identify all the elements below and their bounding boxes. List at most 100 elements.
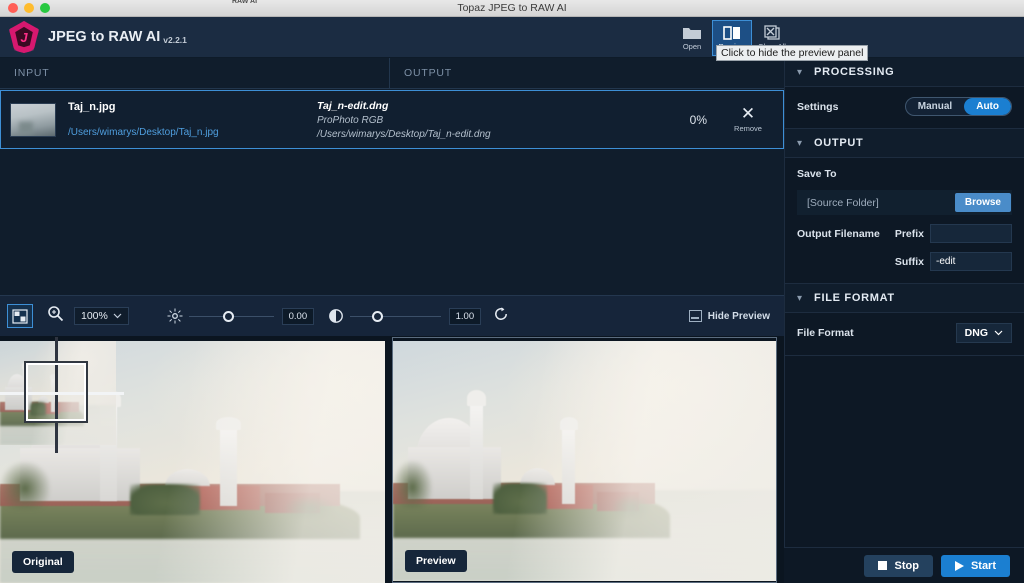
file-format-value: DNG bbox=[964, 327, 988, 339]
chevron-down-icon bbox=[994, 330, 1003, 336]
settings-label: Settings bbox=[797, 100, 839, 113]
settings-sidebar: ▾ PROCESSING Settings Manual Auto ▾ OUTP… bbox=[784, 58, 1024, 583]
app-title: JPEG to RAW AI bbox=[48, 29, 161, 45]
remove-button-label: Remove bbox=[734, 124, 762, 133]
suffix-input[interactable]: -edit bbox=[930, 252, 1012, 271]
preview-image bbox=[393, 341, 776, 581]
app-version: v2.2.1 bbox=[163, 35, 187, 45]
input-column-label: INPUT bbox=[14, 67, 50, 79]
output-filename-prefix-row: Output Filename Prefix bbox=[797, 224, 1012, 243]
processing-section-title: PROCESSING bbox=[814, 66, 895, 78]
brightness-value[interactable]: 0.00 bbox=[281, 307, 314, 325]
output-file-name: Taj_n-edit.dng bbox=[317, 99, 389, 112]
original-image-pane[interactable]: Original bbox=[0, 337, 385, 583]
prefix-label: Prefix bbox=[894, 227, 924, 240]
sun-icon bbox=[167, 308, 183, 324]
output-column-label: OUTPUT bbox=[404, 67, 452, 79]
navigator-viewport-rect[interactable] bbox=[25, 362, 87, 422]
output-colorspace: ProPhoto RGB bbox=[317, 114, 384, 126]
preview-badge: Preview bbox=[405, 550, 467, 572]
clear-all-icon bbox=[764, 24, 780, 40]
split-view-icon bbox=[12, 308, 28, 324]
input-file-name: Taj_n.jpg bbox=[68, 101, 116, 113]
zoom-tool-button[interactable] bbox=[47, 305, 64, 327]
hide-preview-label: Hide Preview bbox=[707, 310, 770, 322]
brightness-track-left[interactable] bbox=[188, 315, 223, 317]
file-format-select[interactable]: DNG bbox=[955, 323, 1012, 343]
stop-button[interactable]: Stop bbox=[864, 554, 933, 577]
start-button-label: Start bbox=[970, 559, 996, 572]
stop-square-icon bbox=[878, 561, 888, 570]
contrast-track-left[interactable] bbox=[349, 315, 372, 317]
output-filename-label: Output Filename bbox=[797, 227, 880, 240]
suffix-label: Suffix bbox=[894, 255, 924, 268]
start-button[interactable]: Start bbox=[940, 554, 1010, 577]
settings-mode-toggle[interactable]: Manual Auto bbox=[904, 97, 1012, 116]
app-header: J JPEG to RAW AI v2.2.1 Open Preview bbox=[0, 17, 1024, 58]
file-format-section-title: FILE FORMAT bbox=[814, 292, 895, 304]
settings-mode-auto[interactable]: Auto bbox=[964, 98, 1011, 115]
output-file-path: /Users/wimarys/Desktop/Taj_n-edit.dng bbox=[317, 128, 491, 140]
file-thumbnail bbox=[10, 102, 56, 137]
progress-percent: 0% bbox=[689, 112, 707, 127]
table-row[interactable]: Taj_n.jpg /Users/wimarys/Desktop/Taj_n.j… bbox=[0, 90, 784, 149]
input-column-header: INPUT bbox=[0, 58, 390, 88]
magnifier-plus-icon bbox=[48, 306, 64, 322]
hide-preview-button[interactable]: Hide Preview bbox=[688, 310, 770, 322]
app-window: RAW AI Topaz JPEG to RAW AI J JPEG to RA… bbox=[0, 0, 1024, 583]
processing-section-header[interactable]: ▾ PROCESSING bbox=[785, 58, 1024, 87]
contrast-slider-group: 1.00 bbox=[328, 307, 481, 325]
output-column-header: OUTPUT bbox=[390, 58, 784, 88]
contrast-value[interactable]: 1.00 bbox=[448, 307, 481, 325]
file-format-section-header[interactable]: ▾ FILE FORMAT bbox=[785, 284, 1024, 313]
split-view-button[interactable] bbox=[7, 304, 33, 328]
brightness-track-right[interactable] bbox=[233, 315, 274, 317]
file-list-area: INPUT OUTPUT Taj_n.jpg /Users/wimarys/De… bbox=[0, 58, 784, 295]
split-panel-icon bbox=[723, 25, 740, 40]
window-title: Topaz JPEG to RAW AI bbox=[457, 1, 567, 14]
output-section-title: OUTPUT bbox=[814, 137, 864, 149]
open-button[interactable]: Open bbox=[672, 20, 712, 56]
settings-mode-manual[interactable]: Manual bbox=[906, 98, 964, 115]
close-x-icon: ✕ bbox=[740, 104, 756, 123]
chevron-down-icon: ▾ bbox=[797, 137, 803, 149]
contrast-slider-handle[interactable] bbox=[371, 310, 383, 322]
file-list-header: INPUT OUTPUT bbox=[0, 58, 784, 89]
preview-toolbar: 100% 0.00 1.00 Hide Preview bbox=[0, 295, 784, 337]
zoom-level-select[interactable]: 100% bbox=[74, 307, 129, 325]
open-button-label: Open bbox=[682, 41, 702, 51]
reset-adjustments-button[interactable] bbox=[493, 306, 509, 327]
input-file-path[interactable]: /Users/wimarys/Desktop/Taj_n.jpg bbox=[68, 127, 308, 138]
preview-tooltip: Click to hide the preview panel bbox=[716, 45, 869, 61]
logo-letter: J bbox=[20, 29, 28, 45]
output-section-body: Save To [Source Folder] Browse Output Fi… bbox=[785, 158, 1024, 284]
action-bar: Stop Start bbox=[784, 547, 1024, 583]
reset-circular-arrow-icon bbox=[494, 306, 507, 320]
chevron-down-icon: ▾ bbox=[797, 292, 803, 304]
contrast-icon bbox=[328, 309, 343, 323]
save-to-field-row: [Source Folder] Browse bbox=[797, 190, 1012, 215]
input-file-info: Taj_n.jpg /Users/wimarys/Desktop/Taj_n.j… bbox=[68, 101, 308, 138]
output-section-header[interactable]: ▾ OUTPUT bbox=[785, 129, 1024, 158]
chevron-down-icon: ▾ bbox=[797, 66, 803, 78]
window-titlebar: RAW AI Topaz JPEG to RAW AI bbox=[0, 0, 1024, 17]
brightness-slider-handle[interactable] bbox=[222, 310, 234, 322]
original-badge: Original bbox=[12, 551, 74, 573]
remove-file-button[interactable]: ✕ Remove bbox=[725, 104, 771, 133]
processing-section-body: Settings Manual Auto bbox=[785, 87, 1024, 129]
topaz-logo-icon: J bbox=[9, 21, 39, 53]
output-file-info: Taj_n-edit.dng ProPhoto RGB /Users/wimar… bbox=[317, 100, 617, 140]
prefix-input[interactable] bbox=[930, 224, 1012, 243]
file-format-section-body: File Format DNG bbox=[785, 313, 1024, 356]
contrast-track-right[interactable] bbox=[382, 315, 441, 317]
save-to-value[interactable]: [Source Folder] bbox=[797, 197, 879, 209]
zoom-level-value: 100% bbox=[81, 310, 108, 322]
stop-button-label: Stop bbox=[894, 559, 919, 572]
panel-collapse-icon bbox=[688, 310, 702, 322]
save-to-label: Save To bbox=[797, 168, 837, 180]
preview-panes: Original Preview bbox=[0, 337, 784, 583]
chevron-down-icon bbox=[113, 313, 122, 319]
navigator-overlay[interactable] bbox=[0, 337, 124, 453]
browse-button[interactable]: Browse bbox=[954, 193, 1011, 212]
preview-image-pane[interactable]: Preview bbox=[392, 337, 777, 583]
